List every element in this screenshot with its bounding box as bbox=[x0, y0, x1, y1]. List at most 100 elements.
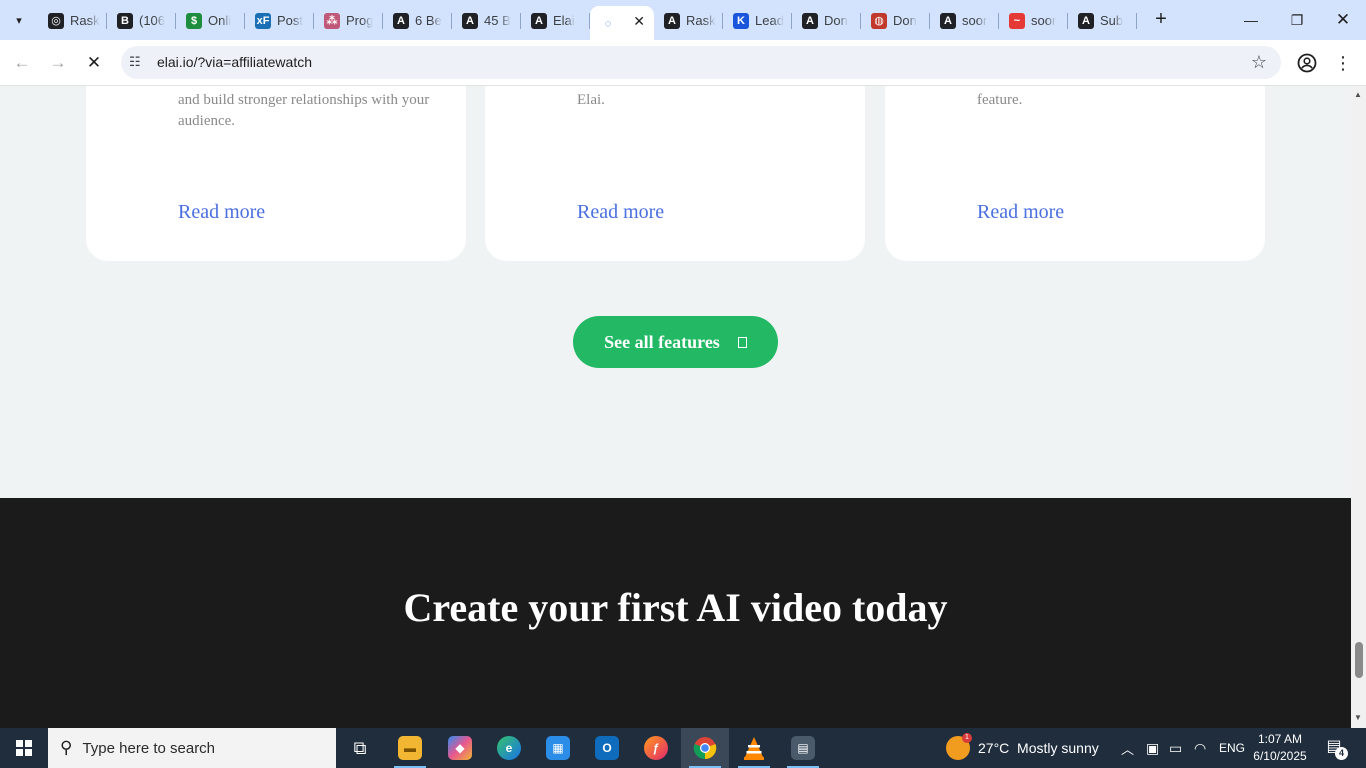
letter-a-icon: A bbox=[664, 12, 680, 29]
browser-tab[interactable]: A Don bbox=[792, 6, 861, 35]
scroll-down-icon[interactable]: ▼ bbox=[1354, 713, 1362, 722]
feature-card: and build stronger relationships with yo… bbox=[86, 86, 466, 261]
browser-tab[interactable]: A Elai bbox=[521, 6, 590, 35]
tab-title: Rask bbox=[70, 13, 100, 28]
browser-tab[interactable]: K Lead bbox=[723, 6, 792, 35]
start-button[interactable] bbox=[0, 728, 48, 768]
tab-title: Elai bbox=[553, 13, 575, 28]
k-logo-icon: K bbox=[733, 12, 749, 29]
letter-a-icon: A bbox=[802, 12, 818, 29]
feature-card-text: Elai. bbox=[577, 92, 605, 108]
read-more-link[interactable]: Read more bbox=[977, 201, 1064, 224]
dots-icon: ⁂ bbox=[324, 12, 340, 29]
close-tab-icon[interactable]: ✕ bbox=[633, 13, 645, 30]
chrome-icon[interactable] bbox=[681, 728, 729, 768]
see-all-features-button[interactable]: See all features bbox=[573, 316, 778, 368]
restore-icon[interactable]: ❐ bbox=[1274, 0, 1320, 40]
wave-logo-icon: ~ bbox=[1009, 12, 1025, 29]
scroll-up-icon[interactable]: ▲ bbox=[1354, 90, 1362, 99]
profile-icon[interactable] bbox=[1292, 48, 1322, 78]
tab-title: soor bbox=[962, 13, 988, 28]
browser-tab[interactable]: xF Post bbox=[245, 6, 314, 35]
letter-a-icon: A bbox=[531, 12, 547, 29]
page-scrollbar[interactable]: ▲ ▼ bbox=[1351, 86, 1366, 728]
firefox-icon[interactable]: ƒ bbox=[632, 728, 680, 768]
tab-title: 45 B bbox=[484, 13, 511, 28]
cta-section: Create your first AI video today bbox=[0, 498, 1351, 728]
store-icon[interactable]: ▦ bbox=[534, 728, 582, 768]
browser-tab[interactable]: ◍ Don bbox=[861, 6, 930, 35]
battery-icon[interactable]: ▭ bbox=[1169, 728, 1182, 768]
weather-widget[interactable]: 1 27°C Mostly sunny bbox=[946, 728, 1099, 768]
letter-a-icon: A bbox=[393, 12, 409, 29]
tab-list: ◎ Rask B (106 $ Onli xF Post ⁂ Prog A 6 Be A 45 B A Ela… bbox=[38, 6, 1137, 41]
loading-spinner-icon: ◌ bbox=[604, 17, 612, 30]
windows-taskbar: ⚲ Type here to search ⧉ ▬ ◆ e ▦ O ƒ ▤ 1 … bbox=[0, 728, 1366, 768]
weather-sun-icon: 1 bbox=[946, 733, 972, 760]
tab-strip: ▾ ◎ Rask B (106 $ Onli xF Post ⁂ Prog A 6 Be A 45 BAE… bbox=[0, 0, 1366, 41]
notification-center-icon[interactable]: ▤ 4 bbox=[1322, 736, 1348, 760]
forward-icon[interactable]: → bbox=[43, 48, 73, 78]
browser-window: ▾ ◎ Rask B (106 $ Onli xF Post ⁂ Prog A 6 Be A 45 BAE… bbox=[0, 0, 1366, 768]
letter-a-icon: A bbox=[940, 12, 956, 29]
system-clock[interactable]: 1:07 AM 6/10/2025 bbox=[1240, 731, 1320, 765]
windows-logo-icon bbox=[16, 740, 32, 756]
read-more-link[interactable]: Read more bbox=[178, 201, 265, 224]
search-placeholder: Type here to search bbox=[82, 739, 216, 757]
page-viewport: and build stronger relationships with yo… bbox=[0, 86, 1351, 728]
browser-toolbar: ← → ✕ ☷ elai.io/?via=affiliatewatch ☆ ⋮ bbox=[0, 40, 1366, 86]
browser-tab[interactable]: B (106 bbox=[107, 6, 176, 35]
url-text[interactable]: elai.io/?via=affiliatewatch bbox=[157, 54, 312, 70]
browser-tab[interactable]: $ Onli bbox=[176, 6, 245, 35]
browser-tab[interactable]: A 45 B bbox=[452, 6, 521, 35]
vlc-icon[interactable] bbox=[730, 728, 778, 768]
edge-icon[interactable]: e bbox=[485, 728, 533, 768]
minimize-icon[interactable]: — bbox=[1228, 0, 1274, 40]
feature-card: Elai. Read more bbox=[485, 86, 865, 261]
browser-tab[interactable]: A Rask bbox=[654, 6, 723, 35]
stop-loading-icon[interactable]: ✕ bbox=[79, 48, 109, 78]
wifi-icon[interactable]: ◠ bbox=[1194, 728, 1206, 768]
tab-title: Don bbox=[824, 13, 848, 28]
browser-tab[interactable]: ~ soor bbox=[999, 6, 1068, 35]
meet-now-icon[interactable]: ▣ bbox=[1146, 728, 1159, 768]
browser-tab[interactable]: Asoor bbox=[930, 6, 999, 35]
weather-text: 27°C Mostly sunny bbox=[978, 740, 1099, 756]
show-hidden-icons[interactable]: ︿ bbox=[1121, 728, 1134, 768]
back-icon[interactable]: ← bbox=[7, 48, 37, 78]
browser-tab[interactable]: ⁂ Prog bbox=[314, 6, 383, 35]
letter-a-icon: A bbox=[1078, 12, 1094, 29]
xf-icon: xF bbox=[255, 12, 271, 29]
arrow-placeholder-icon bbox=[737, 336, 747, 348]
tab-title: Rask bbox=[686, 13, 716, 28]
calculator-icon[interactable]: ▤ bbox=[779, 728, 827, 768]
tab-title: 6 Be bbox=[415, 13, 442, 28]
new-tab-icon[interactable]: + bbox=[1150, 8, 1172, 30]
notification-count: 4 bbox=[1335, 747, 1348, 760]
site-settings-icon[interactable]: ☷ bbox=[129, 54, 145, 70]
tab-title: Sub bbox=[1100, 13, 1124, 28]
taskbar-search-box[interactable]: ⚲ Type here to search bbox=[48, 728, 336, 768]
b-circle-icon: B bbox=[117, 12, 133, 29]
feature-card: feature. Read more bbox=[885, 86, 1265, 261]
browser-tab[interactable]: A Sub bbox=[1068, 6, 1137, 35]
tab-title: (106 bbox=[139, 13, 166, 28]
read-more-link[interactable]: Read more bbox=[577, 201, 664, 224]
browser-tab[interactable]: ◎ Rask bbox=[38, 6, 107, 35]
browser-tab[interactable]: ◌ ✕ bbox=[590, 6, 654, 41]
browser-menu-icon[interactable]: ⋮ bbox=[1328, 48, 1358, 78]
file-explorer-icon[interactable]: ▬ bbox=[386, 728, 434, 768]
tab-title: Don bbox=[893, 13, 917, 28]
clock-date: 6/10/2025 bbox=[1253, 749, 1307, 763]
close-window-icon[interactable]: ✕ bbox=[1320, 0, 1366, 40]
address-bar[interactable]: ☷ elai.io/?via=affiliatewatch ☆ bbox=[121, 46, 1281, 79]
section-heading: Create your first AI video today bbox=[403, 585, 948, 630]
browser-tab[interactable]: A 6 Be bbox=[383, 6, 452, 35]
feature-card-text: feature. bbox=[977, 92, 1023, 108]
copilot-icon[interactable]: ◆ bbox=[436, 728, 484, 768]
scrollbar-thumb[interactable] bbox=[1355, 642, 1363, 678]
task-view-icon[interactable]: ⧉ bbox=[336, 728, 384, 768]
bookmark-star-icon[interactable]: ☆ bbox=[1251, 52, 1267, 73]
tab-search-icon[interactable]: ▾ bbox=[6, 7, 32, 33]
outlook-icon[interactable]: O bbox=[583, 728, 631, 768]
